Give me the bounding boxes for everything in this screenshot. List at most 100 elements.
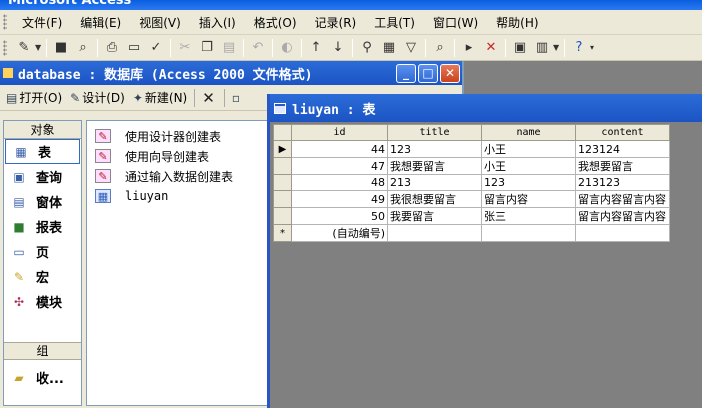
object-reports[interactable]: ■ 报表	[4, 214, 81, 239]
object-forms[interactable]: ▤ 窗体	[4, 189, 81, 214]
menu-grip[interactable]	[3, 14, 7, 30]
toolbar-separator	[97, 38, 98, 57]
cell-title[interactable]: 我很想要留言	[387, 190, 482, 208]
cell-name[interactable]: 小王	[481, 157, 576, 175]
spelling-icon[interactable]: ✓	[145, 38, 167, 58]
filter-by-form-icon[interactable]: ▦	[378, 38, 400, 58]
cell-id[interactable]: 49	[291, 190, 388, 208]
record-selector[interactable]	[273, 157, 292, 175]
maximize-icon[interactable]: □	[418, 63, 438, 83]
menu-window[interactable]: 窗口(W)	[424, 12, 487, 33]
office-links-icon[interactable]: ◐	[276, 38, 298, 58]
open-icon: ▤	[6, 90, 18, 105]
cut-icon[interactable]: ✂	[174, 38, 196, 58]
cell-content[interactable]: 我想要留言	[575, 157, 670, 175]
cell-id[interactable]: 48	[291, 174, 388, 191]
new-button[interactable]: ✦ 新建(N)	[129, 89, 191, 106]
find-icon[interactable]: ⌕	[429, 38, 451, 58]
cell-id-autonumber[interactable]: (自动编号)	[291, 224, 388, 242]
menu-help[interactable]: 帮助(H)	[487, 12, 547, 33]
print-icon[interactable]: ⎙	[101, 38, 123, 58]
object-modules[interactable]: ✣ 模块	[4, 289, 81, 314]
new-object-dropdown-icon[interactable]: ▼	[553, 43, 561, 52]
cell-title[interactable]	[387, 224, 482, 242]
cell-name[interactable]: 张三	[481, 207, 576, 225]
cell-name[interactable]: 123	[481, 174, 576, 191]
object-queries[interactable]: ▣ 查询	[4, 164, 81, 189]
menu-edit[interactable]: 编辑(E)	[71, 12, 130, 33]
menu-view[interactable]: 视图(V)	[130, 12, 190, 33]
cell-id[interactable]: 44	[291, 140, 388, 158]
view-dropdown-icon[interactable]: ▼	[35, 43, 43, 52]
menu-file[interactable]: 文件(F)	[13, 12, 71, 33]
menu-tools[interactable]: 工具(T)	[365, 12, 424, 33]
print-preview-icon[interactable]: ▭	[123, 38, 145, 58]
database-window-title-bar[interactable]: database : 数据库 (Access 2000 文件格式) _ □ ✕	[0, 61, 462, 85]
object-pages-label: 页	[36, 246, 50, 261]
new-label: 新建(N)	[144, 91, 188, 105]
delete-button[interactable]: ✕	[198, 89, 221, 107]
database-window-icon[interactable]: ▣	[509, 38, 531, 58]
record-selector[interactable]: ▶	[273, 140, 292, 158]
save-icon[interactable]: ■	[50, 38, 72, 58]
cell-title[interactable]: 我想要留言	[387, 157, 482, 175]
object-tables[interactable]: ▦ 表	[5, 139, 80, 164]
toolbar-separator	[454, 38, 455, 57]
search-file-icon[interactable]: ⌕	[72, 38, 94, 58]
delete-record-icon[interactable]: ✕	[480, 38, 502, 58]
cell-title[interactable]: 123	[387, 140, 482, 158]
sort-ascending-icon[interactable]: ↑	[305, 38, 327, 58]
copy-icon[interactable]: ❐	[196, 38, 218, 58]
cell-content[interactable]: 123124	[575, 140, 670, 158]
column-header-title[interactable]: title	[387, 124, 482, 141]
cell-name[interactable]	[481, 224, 576, 242]
sort-descending-icon[interactable]: ↓	[327, 38, 349, 58]
table-icon: ▦	[15, 144, 27, 159]
group-favorites[interactable]: ▰ 收...	[4, 365, 81, 390]
toolbar-options-icon[interactable]: ▾	[590, 43, 598, 52]
object-pages[interactable]: ▭ 页	[4, 239, 81, 264]
object-macros-label: 宏	[36, 271, 50, 286]
new-record-selector[interactable]: *	[273, 224, 292, 242]
record-selector[interactable]	[273, 207, 292, 225]
cell-id[interactable]: 50	[291, 207, 388, 225]
design-button[interactable]: ✎ 设计(D)	[66, 89, 129, 106]
menu-records[interactable]: 记录(R)	[306, 12, 366, 33]
toolbar-grip[interactable]	[3, 39, 7, 56]
view-design-icon[interactable]: ✎	[13, 38, 35, 58]
record-selector[interactable]	[273, 174, 292, 191]
select-all-cell[interactable]	[273, 124, 292, 141]
column-header-id[interactable]: id	[291, 124, 388, 141]
cell-content[interactable]	[575, 224, 670, 242]
cell-title[interactable]: 我要留言	[387, 207, 482, 225]
menu-insert[interactable]: 插入(I)	[190, 12, 245, 33]
open-button[interactable]: ▤ 打开(O)	[2, 89, 66, 106]
apply-filter-icon[interactable]: ▽	[400, 38, 422, 58]
cell-id[interactable]: 47	[291, 157, 388, 175]
cell-content[interactable]: 213123	[575, 174, 670, 191]
new-object-icon[interactable]: ▥	[531, 38, 553, 58]
new-record-icon[interactable]: ▸	[458, 38, 480, 58]
cell-title[interactable]: 213	[387, 174, 482, 191]
cell-content[interactable]: 留言内容留言内容	[575, 207, 670, 225]
large-icons-button[interactable]: ▫	[228, 91, 246, 105]
minimize-icon[interactable]: _	[396, 63, 416, 83]
column-header-content[interactable]: content	[575, 124, 670, 141]
help-icon[interactable]: ?	[568, 38, 590, 58]
cell-content[interactable]: 留言内容留言内容	[575, 190, 670, 208]
paste-icon[interactable]: ▤	[218, 38, 240, 58]
groups-header[interactable]: 组	[4, 342, 81, 360]
filter-by-selection-icon[interactable]: ⚲	[356, 38, 378, 58]
table-window-title-bar[interactable]: liuyan : 表	[270, 94, 702, 122]
menu-format[interactable]: 格式(O)	[245, 12, 306, 33]
table-row: 50 我要留言 张三 留言内容留言内容	[273, 207, 670, 225]
cell-name[interactable]: 留言内容	[481, 190, 576, 208]
object-macros[interactable]: ✎ 宏	[4, 264, 81, 289]
record-selector[interactable]	[273, 190, 292, 208]
undo-icon[interactable]: ↶	[247, 38, 269, 58]
column-header-name[interactable]: name	[481, 124, 576, 141]
close-icon[interactable]: ✕	[440, 63, 460, 83]
objects-header[interactable]: 对象	[4, 121, 81, 139]
cell-name[interactable]: 小王	[481, 140, 576, 158]
open-label: 打开(O)	[19, 91, 63, 105]
